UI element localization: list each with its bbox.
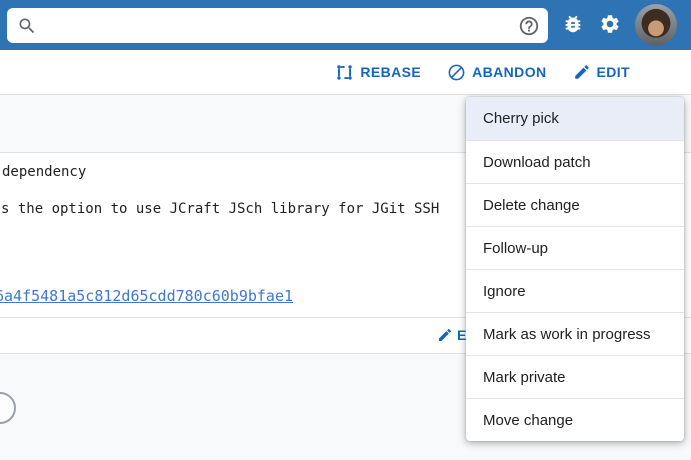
action-buttons: REBASE ABANDON EDIT bbox=[335, 50, 630, 94]
menu-item-follow-up[interactable]: Follow-up bbox=[466, 226, 684, 269]
menu-item-delete-change[interactable]: Delete change bbox=[466, 183, 684, 226]
rebase-icon bbox=[335, 63, 354, 82]
rebase-label: REBASE bbox=[360, 64, 421, 80]
edit-label: EDIT bbox=[597, 64, 631, 80]
edit-pencil-icon bbox=[573, 63, 591, 81]
edit-button[interactable]: EDIT bbox=[573, 63, 631, 81]
overflow-menu: Cherry pickDownload patchDelete changeFo… bbox=[466, 97, 684, 441]
abandon-button[interactable]: ABANDON bbox=[447, 63, 546, 82]
search-input[interactable] bbox=[37, 18, 518, 34]
abandon-label: ABANDON bbox=[472, 64, 546, 80]
change-action-bar: REBASE ABANDON EDIT bbox=[0, 50, 691, 94]
edit-pencil-icon bbox=[437, 327, 453, 343]
menu-item-move-change[interactable]: Move change bbox=[466, 398, 684, 441]
gerrit-change-screen: REBASE ABANDON EDIT bbox=[0, 0, 691, 460]
abandon-icon bbox=[447, 63, 466, 82]
settings-icon[interactable] bbox=[599, 13, 621, 35]
commit-sha-link[interactable]: 6a4f5481a5c812d65cdd780c60b9bfae1 bbox=[0, 287, 293, 305]
help-icon[interactable] bbox=[518, 15, 540, 37]
menu-item-mark-as-work-in-progress[interactable]: Mark as work in progress bbox=[466, 312, 684, 355]
search-bar[interactable] bbox=[7, 8, 548, 43]
menu-item-download-patch[interactable]: Download patch bbox=[466, 140, 684, 183]
user-avatar[interactable] bbox=[635, 4, 677, 46]
commit-subject-fragment: dependency bbox=[2, 164, 86, 180]
menu-item-mark-private[interactable]: Mark private bbox=[466, 355, 684, 398]
menu-item-ignore[interactable]: Ignore bbox=[466, 269, 684, 312]
app-header bbox=[0, 0, 691, 51]
avatar-placeholder-circle bbox=[0, 392, 16, 424]
rebase-button[interactable]: REBASE bbox=[335, 63, 421, 82]
bug-report-icon[interactable] bbox=[562, 13, 584, 35]
menu-item-cherry-pick[interactable]: Cherry pick bbox=[466, 97, 684, 140]
commit-body-fragment: s the option to use JCraft JSch library … bbox=[1, 201, 439, 217]
search-icon bbox=[17, 16, 37, 36]
